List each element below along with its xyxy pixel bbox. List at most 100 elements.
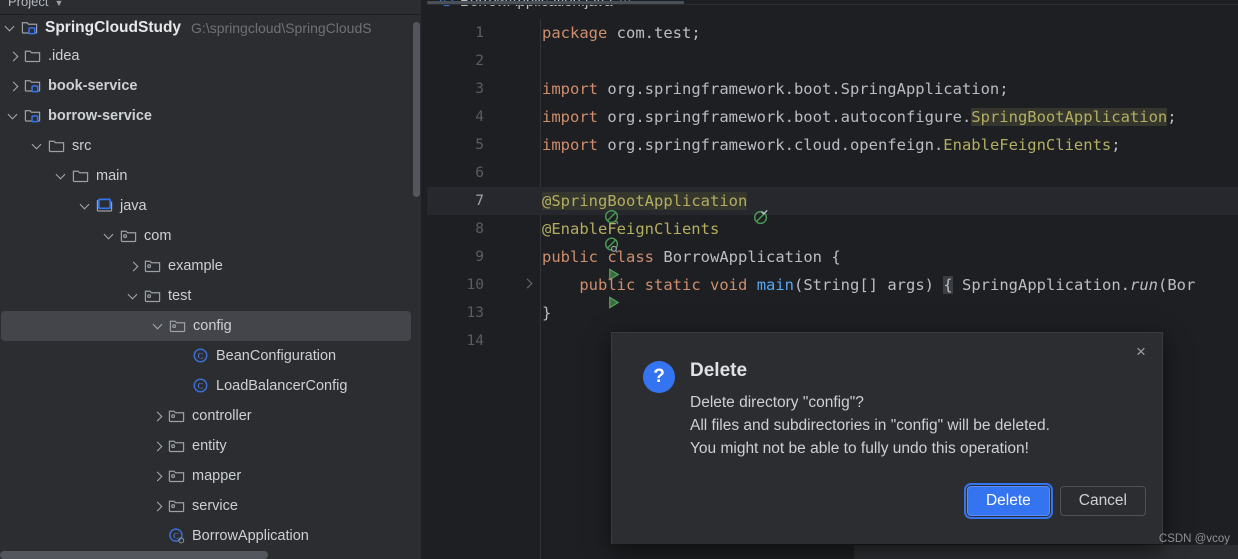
code-text: package com.test; <box>540 24 701 42</box>
gutter[interactable]: 7 <box>427 187 768 226</box>
keyword-token: import <box>542 136 598 154</box>
editor-tab-bar: C BorrowApplication.java ⋯ <box>427 0 1238 16</box>
gutter[interactable]: 3 <box>427 75 540 103</box>
gutter[interactable]: 9 <box>427 243 620 281</box>
delete-button[interactable]: Delete <box>963 483 1053 519</box>
tree-item-example[interactable]: example <box>0 251 427 281</box>
tree-item-entity[interactable]: entity <box>0 431 427 461</box>
folder-icon <box>48 137 66 155</box>
dialog-button-row: Delete Cancel <box>963 483 1146 519</box>
tree-item-beanconfiguration[interactable]: C BeanConfiguration <box>0 341 427 371</box>
dialog-message-line: You might not be able to fully undo this… <box>690 440 1029 457</box>
tree-item-label: test <box>168 288 192 304</box>
code-line[interactable]: 1 package com.test; <box>427 19 1238 47</box>
code-line[interactable]: 5 import org.springframework.cloud.openf… <box>427 131 1238 159</box>
tree-item-controller[interactable]: controller <box>0 401 427 431</box>
line-number: 6 <box>475 165 484 181</box>
highlighted-identifier: SpringBootApplication <box>971 108 1168 126</box>
code-line[interactable]: 3 import org.springframework.boot.Spring… <box>427 75 1238 103</box>
code-line-current[interactable]: 7 @SpringBootApplication <box>427 187 1238 226</box>
tree-item-label: SpringCloudStudy <box>45 19 182 36</box>
code-line[interactable]: 6 <box>427 159 1238 187</box>
code-line[interactable]: 9 public class BorrowApplication { <box>427 243 1238 281</box>
gutter[interactable]: 5 <box>427 131 540 159</box>
chevron-down-icon[interactable]: ▼ <box>54 0 63 8</box>
dialog-message-line: All files and subdirectories in "config"… <box>690 417 1050 434</box>
tree-item-com[interactable]: com <box>0 221 427 251</box>
tool-window-header[interactable]: Project ▼ <box>0 0 427 14</box>
ide-window: Project ▼ SpringCloudStudy G:\springcloud\… <box>0 0 1238 559</box>
chevron-down-icon[interactable] <box>55 170 68 183</box>
chevron-right-icon[interactable] <box>151 440 164 453</box>
gutter[interactable]: 13 <box>427 299 540 327</box>
tree-item-label: src <box>72 138 92 154</box>
svg-text:C: C <box>198 351 204 361</box>
gutter[interactable]: 14 <box>427 327 540 355</box>
sidebar-vertical-scrollbar[interactable] <box>413 22 420 197</box>
chevron-down-icon[interactable] <box>79 200 92 213</box>
chevron-right-icon[interactable] <box>7 50 20 63</box>
code-line[interactable]: 4 import org.springframework.boot.autoco… <box>427 103 1238 131</box>
code-text: import org.springframework.boot.SpringAp… <box>540 80 1009 98</box>
code-line[interactable]: 13 } <box>427 299 1238 327</box>
tree-item-book-service[interactable]: book-service <box>0 71 427 101</box>
gutter[interactable]: 10 <box>427 271 620 309</box>
chevron-down-icon[interactable] <box>103 230 116 243</box>
tree-item-src[interactable]: src <box>0 131 427 161</box>
folder-icon <box>24 47 42 65</box>
class-icon: C <box>192 347 210 365</box>
tree-item-config[interactable]: config <box>1 311 411 341</box>
gutter[interactable]: 6 <box>427 159 540 187</box>
static-method-token: run <box>1130 276 1158 294</box>
code-line[interactable]: 8 @EnableFeignClients <box>427 215 1238 253</box>
line-number: 3 <box>475 81 484 97</box>
module-icon <box>24 107 42 125</box>
status-bar <box>854 545 1238 559</box>
tree-item--idea[interactable]: .idea <box>0 41 427 71</box>
cancel-button[interactable]: Cancel <box>1059 486 1146 516</box>
tree-item-test[interactable]: test <box>0 281 427 311</box>
tree-item-loadbalancerconfig[interactable]: C LoadBalancerConfig <box>0 371 427 401</box>
keyword-token: package <box>542 24 608 42</box>
code-line[interactable]: 10 public static void main(String[] args… <box>427 271 1238 309</box>
dialog-title: Delete <box>690 360 748 381</box>
tree-item-service[interactable]: service <box>0 491 427 521</box>
package-icon <box>168 407 186 425</box>
gutter[interactable]: 4 <box>427 103 540 131</box>
chevron-down-icon[interactable] <box>152 320 165 333</box>
code-token: ; <box>1167 108 1177 126</box>
gutter[interactable]: 1 <box>427 19 540 47</box>
keyword-token: static <box>644 276 701 294</box>
close-icon[interactable]: × <box>1132 343 1150 361</box>
chevron-down-icon[interactable] <box>7 110 20 123</box>
chevron-right-icon[interactable] <box>7 80 20 93</box>
chevron-down-icon[interactable] <box>127 290 140 303</box>
tree-root-item[interactable]: SpringCloudStudy G:\springcloud\SpringClo… <box>0 15 427 41</box>
tree-item-main[interactable]: main <box>0 161 427 191</box>
chevron-down-icon[interactable] <box>4 22 17 35</box>
chevron-right-icon[interactable] <box>151 470 164 483</box>
chevron-right-icon[interactable] <box>127 260 140 273</box>
chevron-down-icon[interactable] <box>31 140 44 153</box>
chevron-right-icon[interactable] <box>151 500 164 513</box>
line-number: 5 <box>475 137 484 153</box>
tree-item-label: config <box>193 318 232 334</box>
tree-item-label: com <box>144 228 172 244</box>
question-icon: ? <box>643 361 675 393</box>
line-number: 14 <box>466 333 484 349</box>
tree-item-borrowapplication[interactable]: C BorrowApplication <box>0 521 427 551</box>
code-line[interactable]: 2 <box>427 47 1238 75</box>
gutter[interactable]: 2 <box>427 47 540 75</box>
tree-item-label: entity <box>192 438 227 454</box>
chevron-right-icon[interactable] <box>151 410 164 423</box>
tree-item-borrow-service[interactable]: borrow-service <box>0 101 427 131</box>
keyword-token: import <box>542 108 598 126</box>
tree-item-mapper[interactable]: mapper <box>0 461 427 491</box>
method-name-token: main <box>756 276 795 294</box>
sidebar-horizontal-scrollbar[interactable] <box>0 551 268 559</box>
project-tree[interactable]: SpringCloudStudy G:\springcloud\SpringClo… <box>0 15 427 551</box>
fold-expand-icon[interactable] <box>523 279 533 289</box>
tree-item-label: java <box>120 198 147 214</box>
tree-item-java[interactable]: java <box>0 191 427 221</box>
gutter[interactable]: 8 <box>427 215 618 253</box>
